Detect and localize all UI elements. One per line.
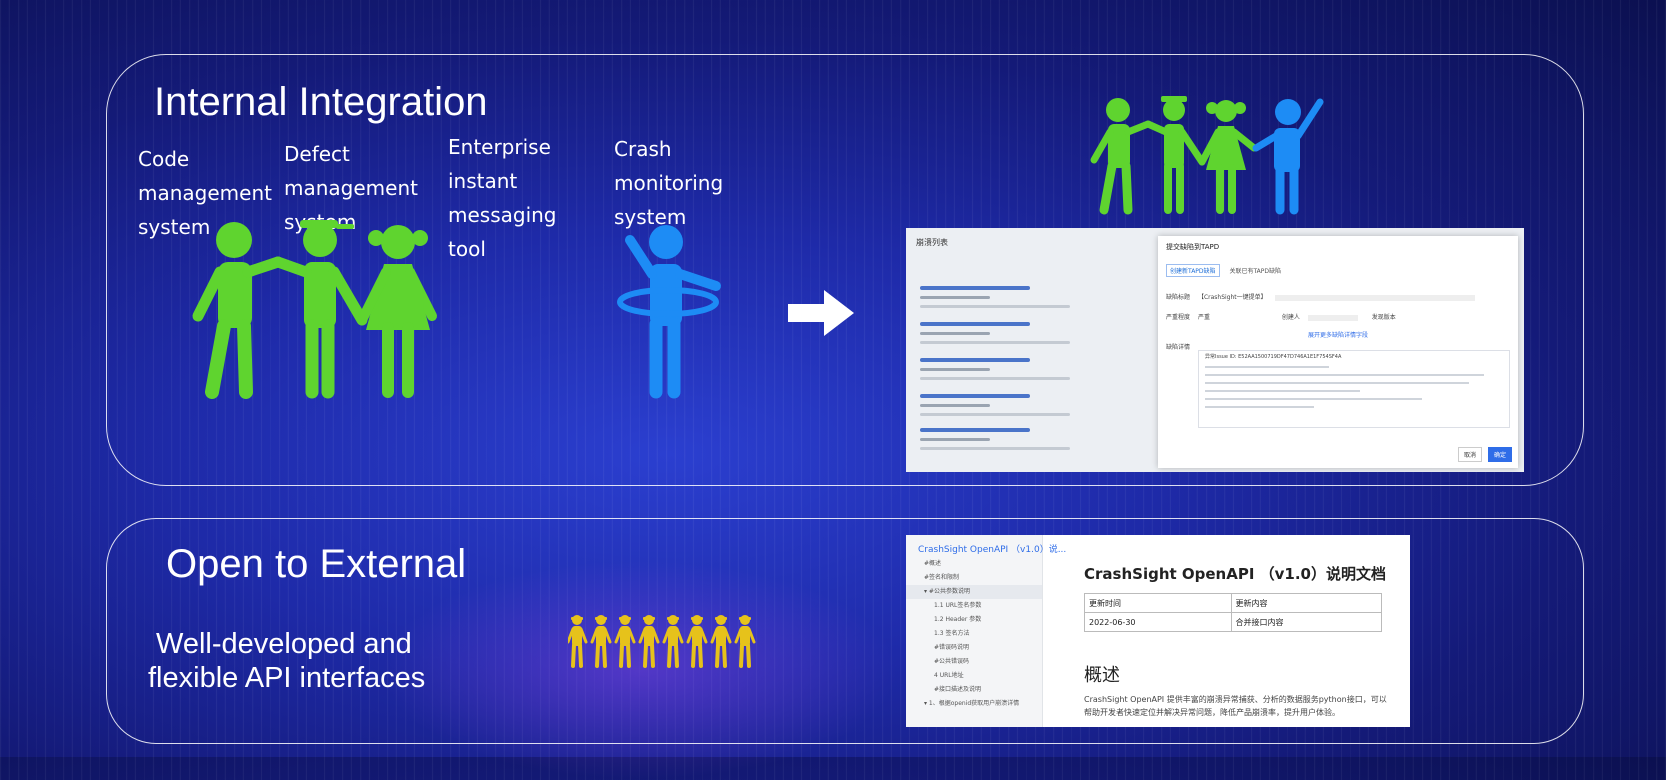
table-cell: 合并接口内容 [1230, 612, 1383, 632]
internal-integration-title: Internal Integration [154, 80, 488, 124]
api-subtitle-line1: Well-developed and [156, 628, 412, 660]
table-header-cell: 更新内容 [1230, 593, 1383, 613]
doc-nav-item: 4 URL地址 [934, 672, 964, 679]
doc-nav-item: #签名和限制 [924, 574, 960, 581]
crash-list-row [920, 394, 1180, 424]
doc-nav-item: ▾ 1、根据openid获取用户崩溃详情 [924, 700, 1020, 707]
arrow-right-icon [788, 290, 854, 336]
crash-list-row [920, 286, 1180, 316]
api-doc-screenshot: CrashSight OpenAPI （v1.0）说... #概述 #签名和限制… [906, 535, 1410, 727]
doc-sidebar: CrashSight OpenAPI （v1.0）说... #概述 #签名和限制… [906, 535, 1066, 727]
table-row: 2022-06-30 合并接口内容 [1084, 612, 1383, 632]
doc-nav-item: 1.2 Header 参数 [934, 616, 982, 623]
table-header-row: 更新时间 更新内容 [1084, 593, 1383, 613]
overview-text: CrashSight OpenAPI 提供丰富的崩溃异常捕获、分析的数据服务py… [1084, 695, 1387, 717]
api-subtitle-line2: flexible API interfaces [148, 662, 426, 694]
expand-fields-link: 展开更多缺陷详情字段 [1308, 332, 1369, 339]
overview-heading: 概述 [1084, 665, 1120, 686]
doc-nav-item: 1.1 URL签名参数 [934, 602, 982, 609]
crash-list-row [920, 428, 1180, 458]
field-title-row: 缺陷标题 【CrashSight一键提单】 [1166, 292, 1510, 301]
doc-nav-list: #概述 #签名和限制 ▾ #公共参数说明 1.1 URL签名参数 1.2 Hea… [906, 557, 1042, 711]
field-title-value: 【CrashSight一键提单】 [1197, 294, 1267, 301]
team-figures-icon [192, 220, 437, 399]
field-severity-value: 严重 [1197, 314, 1210, 321]
crash-list-row [920, 358, 1180, 388]
crowd-figures-icon [568, 614, 756, 668]
tab-link-existing: 关联已有TAPD缺陷 [1229, 268, 1282, 275]
doc-nav-item: #公共错误码 [934, 658, 970, 665]
tab-create-new: 创建新TAPD缺陷 [1166, 264, 1220, 277]
table-cell: 2022-06-30 [1084, 612, 1232, 632]
doc-nav-item: 1.3 签名方法 [934, 630, 970, 637]
submit-tapd-modal: 提交缺陷到TAPD 创建新TAPD缺陷 关联已有TAPD缺陷 缺陷标题 【Cra… [1158, 236, 1518, 468]
tapd-submit-screenshot: 崩溃列表 提交缺陷到TAPD 创建新TAPD缺陷 关联已有TAPD缺陷 缺陷标题… [906, 228, 1524, 472]
detail-textarea: 异常Issue ID: E52AA1500719DF47D746A1E1F754… [1198, 350, 1510, 428]
update-table: 更新时间 更新内容 2022-06-30 合并接口内容 [1084, 593, 1383, 632]
open-to-external-title: Open to External [166, 542, 467, 586]
doc-title: CrashSight OpenAPI （v1.0）说明文档 [1084, 565, 1386, 583]
table-header-cell: 更新时间 [1084, 593, 1232, 613]
field-severity-label: 严重程度 [1166, 314, 1191, 321]
detail-first-line: 异常Issue ID: E52AA1500719DF47D746A1E1F754… [1205, 354, 1342, 360]
field-title-label: 缺陷标题 [1166, 294, 1191, 301]
crash-list-title: 崩溃列表 [916, 238, 948, 247]
crash-monitoring-label: Crash monitoring system [614, 137, 724, 229]
doc-nav-item: #错误码说明 [934, 644, 970, 651]
confirm-button: 确定 [1487, 447, 1512, 462]
doc-nav-item: ▾ #公共参数说明 [906, 585, 1042, 599]
doc-main: CrashSight OpenAPI （v1.0）说明文档 更新时间 更新内容 … [1042, 535, 1410, 727]
doc-nav-item: #概述 [924, 560, 942, 567]
crash-list-row [920, 322, 1180, 352]
field-severity-row: 严重程度 严重 创建人 发现版本 [1166, 312, 1510, 321]
hula-hoop-figure-icon [617, 225, 721, 399]
doc-nav-item: #接口描述及说明 [934, 686, 982, 693]
combined-team-icon [1090, 96, 1324, 215]
cancel-button: 取消 [1458, 447, 1483, 462]
field-version-label: 发现版本 [1371, 314, 1396, 321]
field-creator-label: 创建人 [1281, 314, 1300, 321]
modal-title: 提交缺陷到TAPD [1166, 243, 1220, 251]
modal-tabs: 创建新TAPD缺陷 关联已有TAPD缺陷 [1166, 264, 1289, 277]
modal-buttons: 取消 确定 [1454, 447, 1512, 462]
